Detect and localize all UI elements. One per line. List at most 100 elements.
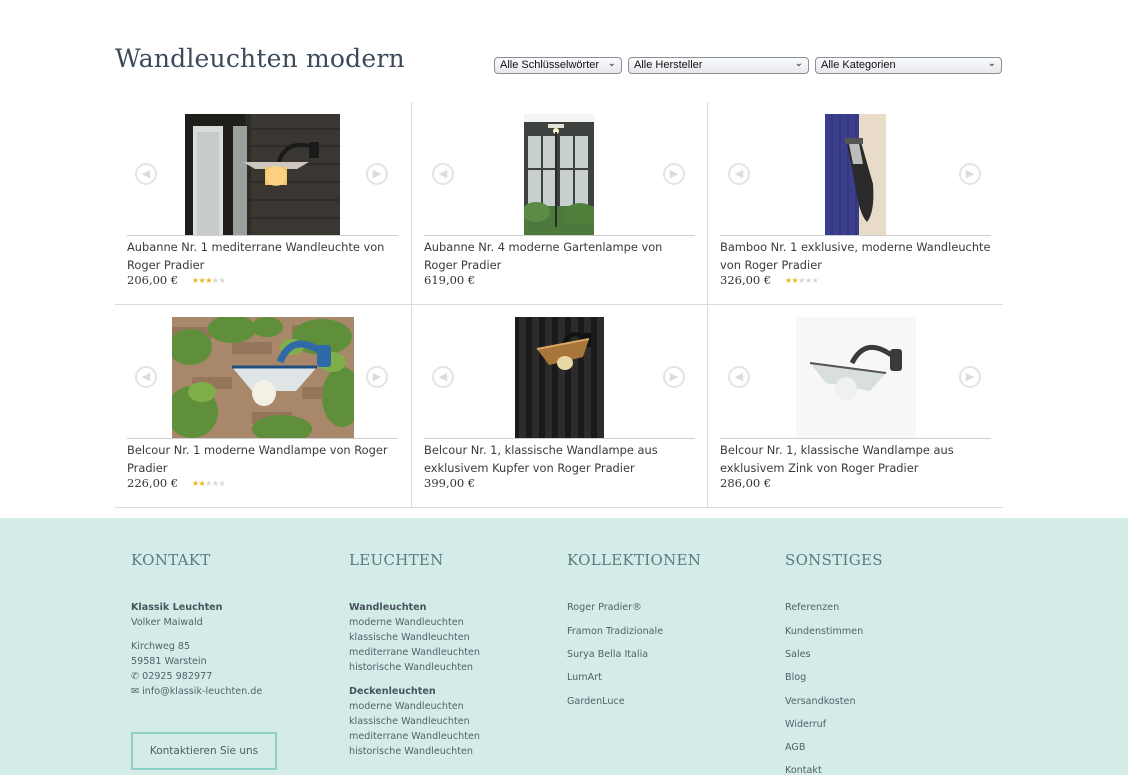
page-title: Wandleuchten modern [115,44,405,73]
product-price: 206,00 € [127,273,179,287]
phone-number[interactable]: 02925 982977 [142,671,212,682]
divider [127,235,398,236]
price-row: 399,00 € [424,476,475,490]
product-card[interactable]: ◀ ▶ Aubanne Nr. 4 moderne Gartenlampe vo… [411,102,707,305]
footer-link[interactable]: Versandkosten [785,696,856,707]
footer-link[interactable]: Roger Pradier® [567,602,642,613]
address-street: Kirchweg 85 [131,641,191,652]
price-row: 619,00 € [424,273,475,287]
footer-link[interactable]: moderne Wandleuchten [349,701,464,712]
product-price: 226,00 € [127,476,179,490]
carousel-next-icon[interactable]: ▶ [959,163,981,185]
product-image[interactable] [515,317,604,438]
footer-link[interactable]: historische Wandleuchten [349,662,473,673]
product-image[interactable] [166,315,362,443]
category-filter-select[interactable]: Alle Kategorien ⌄ [815,57,1002,74]
product-price: 399,00 € [424,476,476,490]
product-card[interactable]: ◀ ▶ Belcour Nr. 1, klassische Wandlampe … [411,305,707,508]
chevron-down-icon: ⌄ [987,58,996,69]
footer-link-wandleuchten[interactable]: Wandleuchten [349,602,426,613]
footer-heading-sonstiges: SONSTIGES [785,551,883,569]
carousel-next-icon[interactable]: ▶ [366,163,388,185]
divider [424,235,695,236]
rating-stars: ★★★★★ [191,479,226,488]
manufacturer-filter-select[interactable]: Alle Hersteller ⌄ [628,57,809,74]
footer-link[interactable]: Framon Tradizionale [567,626,663,637]
divider [424,438,695,439]
carousel-prev-icon[interactable]: ◀ [135,163,157,185]
product-card[interactable]: ◀ ▶ Bamboo Nr. 1 exklusive, moderne Wand… [707,102,1003,305]
carousel-next-icon[interactable]: ▶ [366,366,388,388]
carousel-next-icon[interactable]: ▶ [959,366,981,388]
price-row: 206,00 € ★★★★★ [127,273,226,287]
product-title[interactable]: Aubanne Nr. 1 mediterrane Wandleuchte vo… [127,238,402,274]
price-row: 286,00 € [720,476,771,490]
footer-link[interactable]: LumArt [567,672,602,683]
footer-heading-leuchten: LEUCHTEN [349,551,444,569]
divider [720,235,991,236]
contact-us-button[interactable]: Kontaktieren Sie uns [131,732,277,770]
contact-person: Volker Maiwald [131,617,203,628]
category-filter-value: Alle Kategorien [821,59,896,71]
footer-link[interactable]: historische Wandleuchten [349,746,473,757]
footer-link[interactable]: Kontakt [785,765,822,776]
footer-heading-kollektionen: KOLLEKTIONEN [567,551,702,569]
envelope-icon: ✉ [131,686,140,697]
product-card[interactable]: ◀ ▶ Belcour Nr. 1 moderne Wandlampe von … [115,305,411,508]
manufacturer-filter-value: Alle Hersteller [634,59,703,71]
product-title[interactable]: Aubanne Nr. 4 moderne Gartenlampe von Ro… [424,238,699,274]
product-price: 619,00 € [424,273,476,287]
footer-link[interactable]: AGB [785,742,805,753]
product-card[interactable]: ◀ ▶ Belcour Nr. 1, klassische Wandlampe … [707,305,1003,508]
product-card[interactable]: ◀ ▶ Aubanne Nr. 1 mediterrane Wandleucht… [115,102,411,305]
product-image[interactable] [825,114,886,235]
email-link[interactable]: info@klassik-leuchten.de [142,686,262,697]
footer-link[interactable]: Referenzen [785,602,839,613]
product-title[interactable]: Belcour Nr. 1, klassische Wandlampe aus … [720,441,995,477]
carousel-prev-icon[interactable]: ◀ [728,163,750,185]
price-row: 326,00 € ★★★★★ [720,273,819,287]
carousel-prev-icon[interactable]: ◀ [728,366,750,388]
product-grid: ◀ ▶ Aubanne Nr. 1 mediterrane Wandleucht… [115,102,1003,508]
chevron-down-icon: ⌄ [607,58,616,69]
footer-link[interactable]: mediterrane Wandleuchten [349,647,480,658]
rating-stars: ★★★★★ [191,276,226,285]
keyword-filter-value: Alle Schlüsselwörter [500,59,600,71]
product-title[interactable]: Belcour Nr. 1, klassische Wandlampe aus … [424,441,699,477]
keyword-filter-select[interactable]: Alle Schlüsselwörter ⌄ [494,57,622,74]
divider [720,438,991,439]
carousel-prev-icon[interactable]: ◀ [135,366,157,388]
footer-link[interactable]: Blog [785,672,806,683]
phone-icon: ✆ [131,671,140,682]
price-row: 226,00 € ★★★★★ [127,476,226,490]
email-line[interactable]: ✉ info@klassik-leuchten.de [131,686,262,697]
footer-link[interactable]: mediterrane Wandleuchten [349,731,480,742]
footer-link-deckenleuchten[interactable]: Deckenleuchten [349,686,436,697]
footer-link[interactable]: klassische Wandleuchten [349,632,470,643]
carousel-next-icon[interactable]: ▶ [663,163,685,185]
footer-link[interactable]: GardenLuce [567,696,625,707]
address-city: 59581 Warstein [131,656,207,667]
footer-heading-kontakt: KONTAKT [131,551,211,569]
footer-link[interactable]: Surya Bella Italia [567,649,648,660]
chevron-down-icon: ⌄ [794,58,803,69]
product-title[interactable]: Bamboo Nr. 1 exklusive, moderne Wandleuc… [720,238,995,274]
footer-link[interactable]: Sales [785,649,811,660]
product-image[interactable] [185,114,340,235]
company-name: Klassik Leuchten [131,602,223,613]
carousel-prev-icon[interactable]: ◀ [432,366,454,388]
site-footer: KONTAKT Klassik Leuchten Volker Maiwald … [0,518,1128,776]
carousel-next-icon[interactable]: ▶ [663,366,685,388]
product-title[interactable]: Belcour Nr. 1 moderne Wandlampe von Roge… [127,441,402,477]
footer-link[interactable]: Widerruf [785,719,826,730]
product-price: 286,00 € [720,476,772,490]
footer-link[interactable]: klassische Wandleuchten [349,716,470,727]
phone-line[interactable]: ✆ 02925 982977 [131,671,212,682]
rating-stars: ★★★★★ [784,276,819,285]
carousel-prev-icon[interactable]: ◀ [432,163,454,185]
divider [127,438,398,439]
product-image[interactable] [522,114,596,235]
product-image[interactable] [796,317,916,438]
footer-link[interactable]: moderne Wandleuchten [349,617,464,628]
footer-link[interactable]: Kundenstimmen [785,626,863,637]
